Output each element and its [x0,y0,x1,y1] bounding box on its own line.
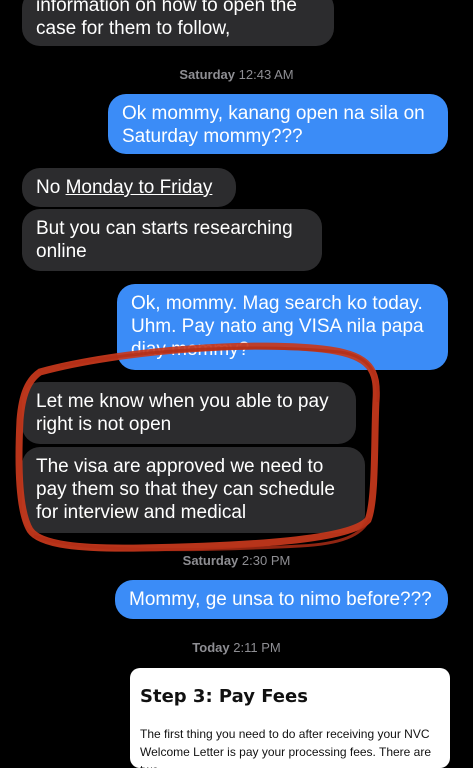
message-text: No [36,177,66,198]
message-outgoing-1: Ok mommy, kanang open na sila on Saturda… [108,94,448,154]
message-text: Ok mommy, kanang open na sila on Saturda… [122,103,425,147]
message-text: case for them to follow, [36,18,231,39]
timestamp-day: Saturday [179,67,236,82]
message-incoming-4: Let me know when you able to pay right i… [22,382,356,444]
message-incoming-3: But you can starts researching online [22,209,322,271]
message-text: diay mommy? [131,339,250,360]
message-text: Uhm. Pay nato ang VISA nila papa [131,316,424,337]
timestamp-time: 12:43 AM [238,67,294,82]
message-text: The visa are approved we need to pay the… [36,456,335,523]
message-text: Let me know when you able to pay right i… [36,391,329,435]
timestamp-time: 2:11 PM [233,640,281,655]
card-title: Step 3: Pay Fees [140,686,308,707]
timestamp: Saturday 2:30 PM [0,553,473,568]
screenshot-attachment[interactable]: Step 3: Pay Fees The first thing you nee… [130,668,450,768]
timestamp-day: Today [192,640,230,655]
date-link[interactable]: Monday to Friday [66,177,213,198]
timestamp: Today 2:11 PM [0,640,473,655]
message-incoming-5: The visa are approved we need to pay the… [22,447,365,533]
card-body: The first thing you need to do after rec… [140,727,432,768]
timestamp: Saturday 12:43 AM [0,67,473,82]
message-text: Mommy, ge unsa to nimo before??? [129,589,432,610]
message-text: information on how to open the [36,0,297,16]
message-text: Ok, mommy. Mag search ko today. [131,293,423,314]
timestamp-day: Saturday [182,553,239,568]
message-text: But you can starts researching online [36,218,293,262]
message-incoming-2: No Monday to Friday [22,168,236,207]
message-incoming-1: information on how to open the case for … [22,0,334,46]
message-outgoing-3: Mommy, ge unsa to nimo before??? [115,580,448,619]
message-outgoing-2: Ok, mommy. Mag search ko today. Uhm. Pay… [117,284,448,370]
timestamp-time: 2:30 PM [241,553,291,568]
